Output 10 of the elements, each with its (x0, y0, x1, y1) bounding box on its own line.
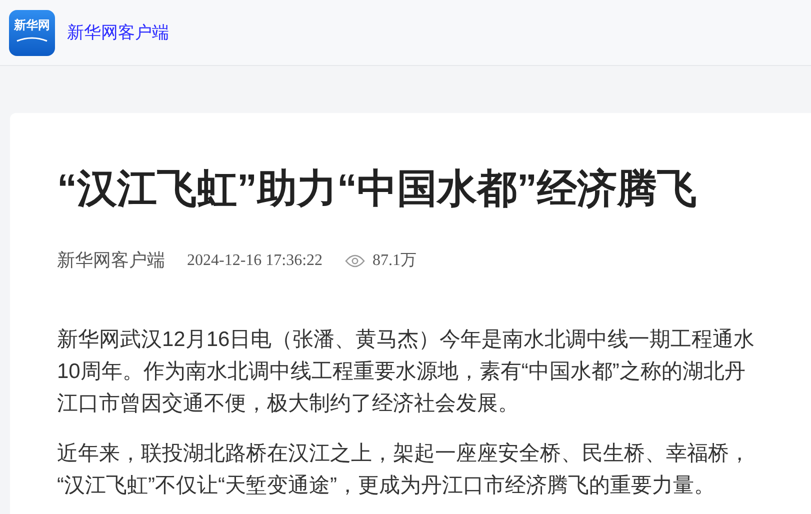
site-name[interactable]: 新华网客户端 (67, 20, 169, 46)
logo-text: 新华网 (14, 18, 50, 32)
eye-icon (344, 254, 365, 268)
view-count: 87.1万 (372, 250, 417, 270)
article-paragraph: 新华网武汉12月16日电（张潘、黄马杰）今年是南水北调中线一期工程通水 10周年。作为南水北调中线工程重要水源地，素有“中国水都”之称的湖北丹 江口市曾因交通不便，极大制约了经济社会发展。 (57, 327, 755, 417)
publish-time: 2024-12-16 17:36:22 (187, 250, 323, 270)
article-source: 新华网客户端 (57, 249, 165, 272)
article-title: “汉江飞虹”助力“中国水都”经济腾飞 (57, 166, 698, 213)
article-paragraph: 近年来，联投湖北路桥在汉江之上，架起一座座安全桥、民生桥、幸福桥， “汉江飞虹”不仅让“天堑变通途”，更成为丹江口市经济腾飞的重要力量。 (57, 441, 750, 499)
arc-icon (16, 36, 48, 42)
